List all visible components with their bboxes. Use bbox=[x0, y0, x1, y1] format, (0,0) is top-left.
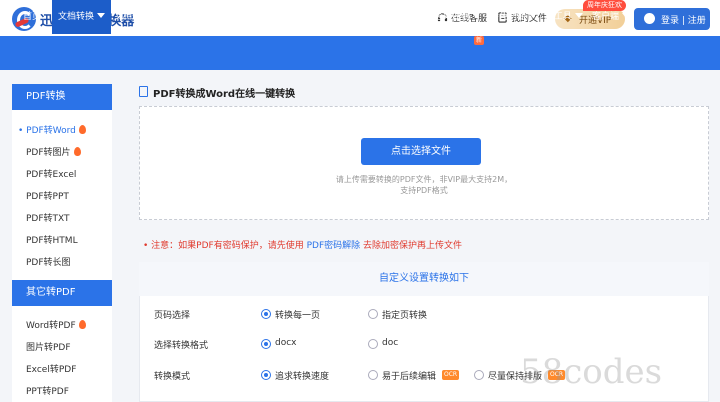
sidebar-item-pdf-to-image[interactable]: PDF转图片 bbox=[26, 145, 81, 158]
sidebar-item-ppt-to-pdf[interactable]: PPT转PDF bbox=[26, 384, 69, 397]
document-icon bbox=[139, 86, 148, 97]
page-title: PDF转换成Word在线一键转换 bbox=[153, 89, 296, 100]
watermark: 58codes bbox=[520, 352, 663, 392]
mode-label: 转换模式 bbox=[154, 372, 191, 382]
chevron-down-icon bbox=[355, 13, 364, 18]
nav-features-label: 特色功能 bbox=[490, 12, 527, 22]
chevron-down-icon bbox=[574, 13, 583, 18]
nav-plagiarism[interactable]: 论文查重 bbox=[433, 0, 481, 34]
nav-doc-process[interactable]: 文档处理 bbox=[114, 0, 162, 34]
select-file-button[interactable]: 点击选择文件 bbox=[361, 138, 481, 165]
nav-speech[interactable]: 语音识别 bbox=[243, 0, 291, 34]
password-notice: • 注意：如果PDF有密码保护，请先使用 PDF密码解除 去除加密保护再上传文件 bbox=[143, 238, 462, 251]
new-badge: 新 bbox=[474, 36, 485, 45]
chevron-down-icon bbox=[153, 13, 162, 18]
page-selection-label: 页码选择 bbox=[154, 311, 191, 321]
user-icon bbox=[644, 13, 655, 24]
sidebar-item-pdf-to-long-image[interactable]: PDF转长图 bbox=[26, 255, 71, 268]
nav-ai-tools-label: AI工具 bbox=[545, 12, 572, 22]
nav-plagiarism-label: 论文查重 bbox=[433, 12, 470, 22]
radio-speed-mode[interactable] bbox=[261, 370, 271, 380]
sidebar-item-label: PDF转图片 bbox=[26, 148, 71, 158]
docx-label[interactable]: docx bbox=[275, 338, 297, 348]
sidebar-item-word-to-pdf[interactable]: Word转PDF bbox=[26, 318, 86, 331]
doc-label[interactable]: doc bbox=[382, 338, 398, 348]
login-register-button[interactable]: 登录 | 注册 bbox=[634, 8, 710, 30]
notice-prefix: • 注意：如果PDF有密码保护，请先使用 bbox=[143, 241, 304, 251]
sidebar-item-label: Word转PDF bbox=[26, 321, 76, 331]
login-register-label: 登录 | 注册 bbox=[661, 16, 706, 26]
sidebar-item-pdf-to-html[interactable]: PDF转HTML bbox=[26, 233, 78, 246]
nav-media[interactable]: 音视频转换 bbox=[370, 0, 427, 34]
ocr-badge: OCR bbox=[442, 370, 460, 380]
pdf-unlock-link[interactable]: PDF密码解除 bbox=[307, 241, 361, 251]
notice-suffix: 去除加密保护再上传文件 bbox=[363, 241, 463, 251]
sidebar-section-other-to-pdf: 其它转PDF bbox=[12, 280, 112, 306]
nav-speech-label: 语音识别 bbox=[243, 12, 280, 22]
nav-home[interactable]: 首页 bbox=[12, 0, 52, 34]
nav-ocr-label: 图片文字识别 bbox=[298, 12, 353, 22]
chevron-down-icon bbox=[529, 13, 538, 18]
sidebar-item-pdf-to-excel[interactable]: PDF转Excel bbox=[26, 167, 76, 180]
editable-mode-label[interactable]: 易于后续编辑 bbox=[382, 369, 436, 382]
nav-ai-tools[interactable]: AI工具 bbox=[545, 0, 583, 34]
nav-doc-convert[interactable]: 文档转换 bbox=[52, 0, 112, 34]
chevron-down-icon bbox=[227, 13, 236, 18]
sidebar-item-pdf-to-ppt[interactable]: PDF转PPT bbox=[26, 189, 69, 202]
settings-heading: 自定义设置转换如下 bbox=[139, 262, 709, 296]
sidebar-section-pdf-convert: PDF转换 bbox=[12, 84, 112, 110]
nav-translate-label: 文档文本翻译 bbox=[170, 12, 225, 22]
nav-home-label: 首页 bbox=[23, 12, 42, 22]
sidebar-item-excel-to-pdf[interactable]: Excel转PDF bbox=[26, 362, 76, 375]
chevron-down-icon bbox=[282, 13, 291, 18]
speed-mode-label[interactable]: 追求转换速度 bbox=[275, 369, 329, 382]
fire-icon bbox=[78, 320, 86, 329]
chevron-down-icon bbox=[97, 13, 106, 18]
nav-media-label: 音视频转换 bbox=[370, 12, 416, 22]
radio-editable-mode[interactable] bbox=[368, 370, 378, 380]
radio-doc[interactable] bbox=[368, 339, 378, 349]
upload-hint: 请上传需要转换的PDF文件，非VIP最大支持2M， 支持PDF格式 bbox=[139, 174, 709, 196]
nav-client[interactable]: 客户端 bbox=[592, 0, 631, 34]
nav-doc-convert-label: 文档转换 bbox=[58, 12, 95, 22]
upload-hint-line2: 支持PDF格式 bbox=[400, 186, 448, 195]
format-label: 选择转换格式 bbox=[154, 341, 209, 351]
radio-docx[interactable] bbox=[261, 339, 271, 349]
radio-layout-mode[interactable] bbox=[474, 370, 484, 380]
fire-icon bbox=[78, 125, 86, 134]
sidebar-item-label: PDF转Word bbox=[26, 126, 76, 136]
fire-icon bbox=[73, 147, 81, 156]
nav-doc-process-label: 文档处理 bbox=[114, 12, 151, 22]
sidebar-item-pdf-to-word[interactable]: • PDF转Word bbox=[18, 123, 86, 136]
specified-pages-label[interactable]: 指定页转换 bbox=[382, 308, 427, 321]
bullet-icon: • bbox=[18, 126, 27, 136]
nav-features[interactable]: 特色功能 bbox=[490, 0, 538, 34]
sidebar-item-image-to-pdf[interactable]: 图片转PDF bbox=[26, 340, 71, 353]
radio-specified-pages[interactable] bbox=[368, 309, 378, 319]
radio-convert-every-page[interactable] bbox=[261, 309, 271, 319]
sidebar-item-pdf-to-txt[interactable]: PDF转TXT bbox=[26, 211, 70, 224]
chevron-down-icon bbox=[472, 13, 481, 18]
upload-hint-line1: 请上传需要转换的PDF文件，非VIP最大支持2M， bbox=[335, 175, 513, 184]
chevron-down-icon bbox=[418, 13, 427, 18]
chevron-down-icon bbox=[622, 13, 631, 18]
nav-translate[interactable]: 文档文本翻译 bbox=[170, 0, 236, 34]
nav-client-label: 客户端 bbox=[592, 12, 620, 22]
nav-ocr[interactable]: 图片文字识别 bbox=[298, 0, 364, 34]
convert-every-page-label[interactable]: 转换每一页 bbox=[275, 308, 320, 321]
main-nav bbox=[0, 36, 720, 70]
